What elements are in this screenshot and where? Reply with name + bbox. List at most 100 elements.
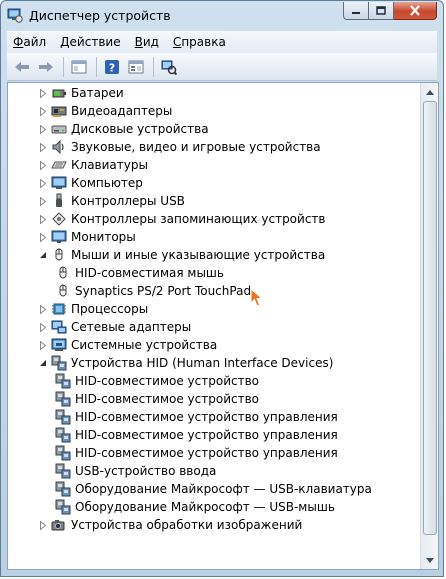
- menu-item-2[interactable]: Вид: [135, 35, 159, 49]
- mouse-icon: [55, 248, 63, 261]
- tree-item-label: Контроллеры запоминающих устройств: [71, 212, 326, 226]
- collapsed-triangle-icon[interactable]: [38, 120, 48, 138]
- title-bar[interactable]: Диспетчер устройств: [1, 1, 443, 31]
- tree-category[interactable]: Контроллеры запоминающих устройств: [38, 210, 325, 228]
- hid-icon: [55, 445, 71, 461]
- tree-category[interactable]: Сетевые адаптеры: [38, 318, 191, 336]
- tree-item-label: HID-совместимое устройство управления: [75, 428, 338, 442]
- tree-item-label: Системные устройства: [71, 338, 218, 352]
- tree-device[interactable]: Synaptics PS/2 Port TouchPad: [55, 282, 251, 300]
- tree-category[interactable]: Контроллеры USB: [38, 192, 185, 210]
- collapsed-triangle-icon[interactable]: [38, 516, 48, 534]
- tree-category[interactable]: Процессоры: [38, 300, 148, 318]
- camera-icon: [51, 520, 65, 531]
- console-tree-button[interactable]: [68, 56, 90, 78]
- tree-item-label: Сетевые адаптеры: [71, 320, 192, 334]
- tree-item-label: Устройства HID (Human Interface Devices): [71, 356, 334, 370]
- tree-device[interactable]: HID-совместимое устройство: [55, 390, 259, 408]
- tree-device[interactable]: USB-устройство ввода: [55, 462, 216, 480]
- tree-item-label: Synaptics PS/2 Port TouchPad: [75, 284, 252, 298]
- tree-item-label: Оборудование Майкрософт — USB-клавиатура: [75, 482, 372, 496]
- tree-item-label: HID-совместимое устройство управления: [75, 410, 338, 424]
- expanded-triangle-icon[interactable]: [38, 246, 48, 264]
- menu-item-0[interactable]: Файл: [13, 35, 46, 49]
- scan-hardware-icon: [161, 60, 177, 75]
- storage-controller-icon: [52, 212, 66, 226]
- collapsed-triangle-icon[interactable]: [38, 156, 48, 174]
- tree-device[interactable]: Оборудование Майкрософт — USB-мышь: [55, 498, 335, 516]
- toolbar-separator: [153, 56, 154, 77]
- maximize-button[interactable]: [369, 2, 394, 20]
- tree-item-label: USB-устройство ввода: [75, 464, 217, 478]
- computer-icon: [51, 176, 67, 189]
- scroll-down-button[interactable]: [422, 552, 437, 568]
- forward-arrow-icon: [39, 61, 53, 72]
- svg-text:?: ?: [109, 61, 115, 74]
- vertical-scrollbar[interactable]: [420, 83, 438, 569]
- device-manager-icon: [7, 8, 23, 23]
- tree-category[interactable]: Компьютер: [38, 174, 143, 192]
- tree-device[interactable]: HID-совместимое устройство управления: [55, 426, 338, 444]
- tree-category[interactable]: Дисковые устройства: [38, 120, 209, 138]
- menu-item-3[interactable]: Справка: [173, 35, 226, 49]
- scroll-thumb[interactable]: [423, 101, 437, 535]
- collapsed-triangle-icon[interactable]: [38, 138, 48, 156]
- collapsed-triangle-icon[interactable]: [38, 210, 48, 228]
- mouse-icon: [59, 284, 67, 297]
- tree-category[interactable]: Устройства HID (Human Interface Devices): [38, 354, 333, 372]
- collapsed-triangle-icon[interactable]: [38, 84, 48, 102]
- hid-icon: [55, 409, 71, 425]
- tree-category[interactable]: Системные устройства: [38, 336, 217, 354]
- triangle-up-icon: [425, 89, 434, 95]
- close-icon: [410, 5, 420, 16]
- tree-category[interactable]: Устройства обработки изображений: [38, 516, 302, 534]
- menu-item-label: ействие: [69, 35, 121, 49]
- collapsed-triangle-icon[interactable]: [38, 228, 48, 246]
- tree-category[interactable]: Видеоадаптеры: [38, 102, 172, 120]
- collapsed-triangle-icon[interactable]: [38, 318, 48, 336]
- collapsed-triangle-icon[interactable]: [38, 192, 48, 210]
- menu-item-1[interactable]: Действие: [60, 35, 120, 49]
- tree-device[interactable]: HID-совместимое устройство управления: [55, 444, 338, 462]
- tree-item-label: Мыши и иные указывающие устройства: [71, 248, 326, 262]
- tree-device[interactable]: Оборудование Майкрософт — USB-клавиатура: [55, 480, 372, 498]
- minimize-button[interactable]: [343, 2, 369, 20]
- device-manager-window: Диспетчер устройств Файл Действие Вид Справ…: [0, 0, 444, 577]
- forward-button[interactable]: [35, 56, 57, 78]
- device-tree-pane: Батареи Видеоадаптеры Дисковые устройства З…: [7, 82, 439, 570]
- tree-device[interactable]: HID-совместимая мышь: [55, 264, 224, 282]
- collapsed-triangle-icon[interactable]: [38, 300, 48, 318]
- hid-icon: [55, 481, 71, 497]
- toolbar-separator: [63, 56, 64, 77]
- processor-icon: [52, 303, 66, 315]
- collapsed-triangle-icon[interactable]: [38, 336, 48, 354]
- menu-item-label: В: [134, 35, 143, 49]
- help-button[interactable]: ?: [101, 56, 123, 78]
- tree-category[interactable]: Клавиатуры: [38, 156, 148, 174]
- collapsed-triangle-icon[interactable]: [38, 102, 48, 120]
- keyboard-icon: [51, 161, 67, 169]
- tree-category[interactable]: Звуковые, видео и игровые устройства: [38, 138, 321, 156]
- toolbar-separator: [96, 56, 97, 77]
- tree-item-label: Компьютер: [71, 176, 143, 190]
- scan-hardware-button[interactable]: [158, 56, 180, 78]
- properties-button[interactable]: [125, 56, 147, 78]
- tree-category[interactable]: Батареи: [38, 84, 124, 102]
- tree-item-label: Мониторы: [71, 230, 136, 244]
- tree-item-label: Клавиатуры: [71, 158, 148, 172]
- tree-device[interactable]: HID-совместимое устройство управления: [55, 408, 338, 426]
- back-button[interactable]: [11, 56, 33, 78]
- tree-device[interactable]: HID-совместимое устройство: [55, 372, 259, 390]
- properties-icon: [128, 60, 144, 73]
- tree-item-label: Батареи: [71, 86, 124, 100]
- tree-category[interactable]: Мониторы: [38, 228, 136, 246]
- scroll-up-button[interactable]: [422, 84, 437, 100]
- close-button[interactable]: [394, 2, 437, 20]
- hid-icon: [51, 355, 67, 371]
- expanded-triangle-icon[interactable]: [38, 354, 48, 372]
- mouse-icon: [59, 266, 67, 279]
- collapsed-triangle-icon[interactable]: [38, 174, 48, 192]
- maximize-icon: [376, 5, 386, 15]
- tree-item-label: Устройства обработки изображений: [71, 518, 303, 532]
- tree-category[interactable]: Мыши и иные указывающие устройства: [38, 246, 325, 264]
